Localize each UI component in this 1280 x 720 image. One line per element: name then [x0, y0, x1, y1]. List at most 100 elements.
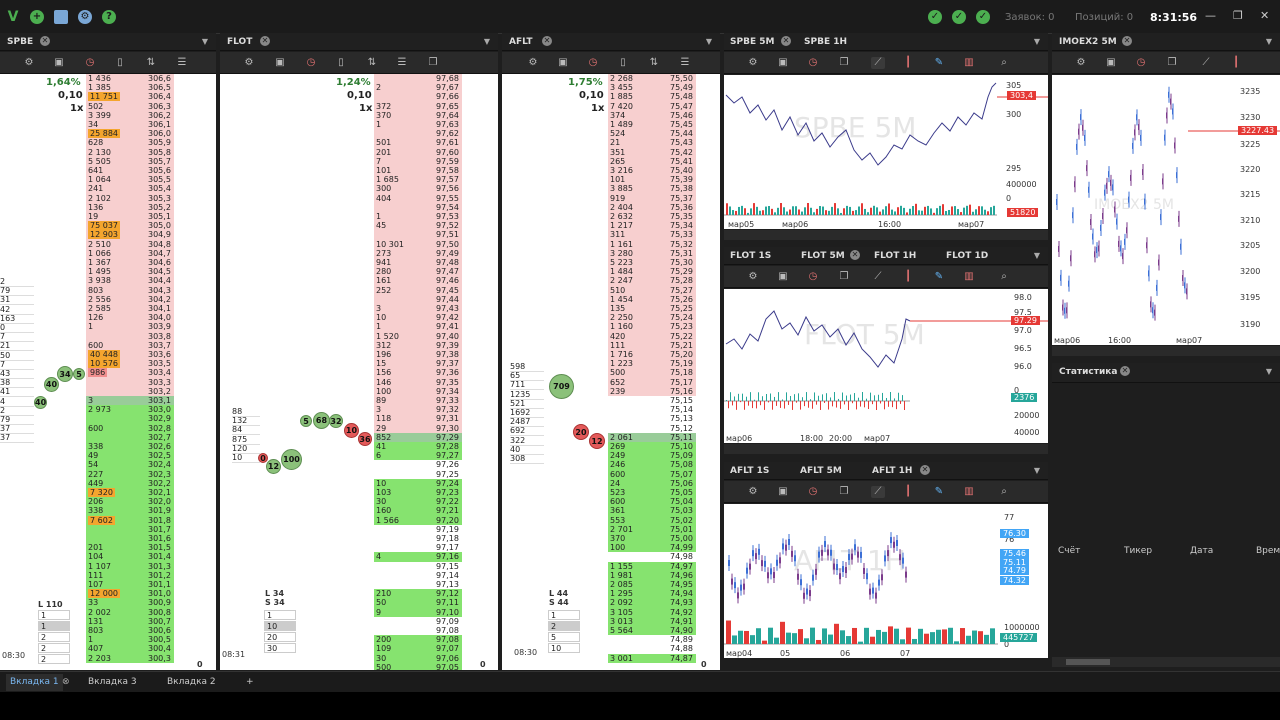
copy-icon[interactable]: ❐: [837, 271, 851, 283]
price-row[interactable]: 501 97,61: [374, 138, 462, 148]
price-row[interactable]: 1 107 301,3: [86, 561, 174, 571]
close-tab-icon[interactable]: ✕: [850, 250, 860, 260]
price-row[interactable]: 1 97,53: [374, 212, 462, 222]
tab-aflt[interactable]: AFLT: [509, 37, 533, 47]
price-row[interactable]: 15 97,37: [374, 359, 462, 369]
price-row[interactable]: 201 97,60: [374, 147, 462, 157]
copy-icon[interactable]: ❐: [837, 486, 851, 498]
price-row[interactable]: 2 268 75,50: [608, 74, 696, 84]
price-row[interactable]: 1 495 304,5: [86, 267, 174, 277]
close-tab-icon[interactable]: ✕: [781, 36, 791, 46]
line-tool-icon[interactable]: ⟋: [871, 57, 885, 69]
price-row[interactable]: 104 301,4: [86, 552, 174, 562]
pen-icon[interactable]: ✎: [932, 486, 946, 498]
briefcase-icon[interactable]: ▣: [776, 271, 790, 283]
price-row[interactable]: 54 302,4: [86, 460, 174, 470]
tab-aflt-5m[interactable]: AFLT 5M: [800, 466, 842, 476]
price-row[interactable]: 311 75,33: [608, 230, 696, 240]
price-row[interactable]: 11 751 306,4: [86, 92, 174, 102]
chart-imoex-5m[interactable]: IMOEX2 5M 3235 3230 3225 3220 3215 3210 …: [1052, 75, 1280, 345]
tab-workspace-3[interactable]: Вкладка 3: [88, 677, 137, 687]
price-row[interactable]: 338 301,9: [86, 506, 174, 516]
price-row[interactable]: 600 303,7: [86, 340, 174, 350]
price-row[interactable]: 803 300,6: [86, 626, 174, 636]
tab-flot[interactable]: FLOT: [227, 37, 252, 47]
price-row[interactable]: 109 97,07: [374, 644, 462, 654]
price-chart-svg[interactable]: SPBE 5M 305 300 295 400000 0 мар05 мар06…: [724, 75, 1048, 229]
price-row[interactable]: 919 75,37: [608, 193, 696, 203]
add-icon[interactable]: +: [30, 10, 44, 24]
logo-icon[interactable]: V: [6, 10, 20, 24]
price-row[interactable]: 2 632 75,35: [608, 212, 696, 222]
line-tool-icon[interactable]: ⟋: [1199, 57, 1213, 69]
price-row[interactable]: 75,12: [608, 424, 696, 433]
tab-workspace-1[interactable]: Вкладка 1: [6, 674, 63, 691]
lot-size-option[interactable]: 20: [264, 632, 296, 642]
price-row[interactable]: 97,25: [374, 470, 462, 479]
briefcase-icon[interactable]: ▣: [776, 57, 790, 69]
price-row[interactable]: 10 576 303,5: [86, 359, 174, 369]
price-row[interactable]: 12 000 301,0: [86, 589, 174, 599]
price-row[interactable]: 1 295 74,94: [608, 589, 696, 599]
lot-size-option[interactable]: 1: [264, 610, 296, 620]
price-row[interactable]: 34 306,1: [86, 120, 174, 130]
document-icon[interactable]: ▯: [113, 57, 127, 69]
close-tab-icon[interactable]: ✕: [542, 36, 552, 46]
price-row[interactable]: 374 75,46: [608, 110, 696, 120]
price-row[interactable]: 1 385 306,5: [86, 83, 174, 93]
clock-icon[interactable]: ◷: [1134, 57, 1148, 69]
price-row[interactable]: 2 102 305,3: [86, 193, 174, 203]
price-row[interactable]: 500 97,05: [374, 662, 462, 670]
price-row[interactable]: 210 97,12: [374, 589, 462, 599]
gear-icon[interactable]: ⚙: [78, 10, 92, 24]
clock-icon[interactable]: ◷: [586, 57, 600, 69]
price-row[interactable]: 2 203 300,3: [86, 653, 174, 663]
price-row[interactable]: 3 885 75,38: [608, 184, 696, 194]
chevron-down-icon[interactable]: ▼: [1034, 251, 1040, 260]
scroll-thumb[interactable]: [1066, 659, 1110, 665]
price-row[interactable]: 49 302,5: [86, 451, 174, 461]
price-row[interactable]: 2 404 75,36: [608, 202, 696, 212]
price-row[interactable]: 2 250 75,24: [608, 313, 696, 323]
price-row[interactable]: 146 97,35: [374, 377, 462, 387]
price-row[interactable]: 280 97,47: [374, 267, 462, 277]
price-row[interactable]: 7 420 75,47: [608, 101, 696, 111]
price-row[interactable]: 3 97,32: [374, 405, 462, 415]
price-row[interactable]: 1 566 97,20: [374, 515, 462, 525]
price-row[interactable]: 103 97,23: [374, 488, 462, 498]
price-row[interactable]: 941 97,48: [374, 258, 462, 268]
price-row[interactable]: 1 489 75,45: [608, 120, 696, 130]
price-row[interactable]: 986 303,4: [86, 368, 174, 378]
price-row[interactable]: 502 306,3: [86, 101, 174, 111]
price-row[interactable]: 1 367 304,6: [86, 258, 174, 268]
price-row[interactable]: 29 97,30: [374, 423, 462, 433]
price-row[interactable]: 2 97,67: [374, 83, 462, 93]
price-row[interactable]: 2 247 75,28: [608, 276, 696, 286]
price-row[interactable]: 97,18: [374, 534, 462, 543]
price-row[interactable]: 30 97,22: [374, 497, 462, 507]
add-tab-button[interactable]: +: [246, 677, 254, 687]
price-row[interactable]: 3 216 75,40: [608, 166, 696, 176]
price-row[interactable]: 600 302,8: [86, 423, 174, 433]
price-row[interactable]: 6 97,27: [374, 451, 462, 461]
lot-size-option[interactable]: 10: [548, 643, 580, 653]
pen-icon[interactable]: ✎: [932, 57, 946, 69]
close-tab-icon[interactable]: ⊗: [62, 677, 70, 687]
price-row[interactable]: 303,3: [86, 377, 174, 387]
price-row[interactable]: 1 981 74,96: [608, 570, 696, 580]
table-icon[interactable]: [54, 10, 68, 24]
settings-icon[interactable]: ⚙: [242, 57, 256, 69]
price-row[interactable]: 45 97,52: [374, 221, 462, 231]
price-row[interactable]: 24 75,06: [608, 478, 696, 488]
price-row[interactable]: 1 454 75,26: [608, 294, 696, 304]
price-row[interactable]: 404 97,55: [374, 193, 462, 203]
briefcase-icon[interactable]: ▣: [776, 486, 790, 498]
candles-icon[interactable]: ┃: [1229, 57, 1243, 69]
price-row[interactable]: 302,9: [86, 414, 174, 424]
tab-flot-5m[interactable]: FLOT 5M: [801, 251, 845, 261]
price-row[interactable]: 510 75,27: [608, 285, 696, 295]
price-row[interactable]: 3 001 74,87: [608, 653, 696, 663]
price-row[interactable]: 241 305,4: [86, 184, 174, 194]
price-row[interactable]: 3 399 306,2: [86, 110, 174, 120]
price-row[interactable]: 97,09: [374, 617, 462, 626]
